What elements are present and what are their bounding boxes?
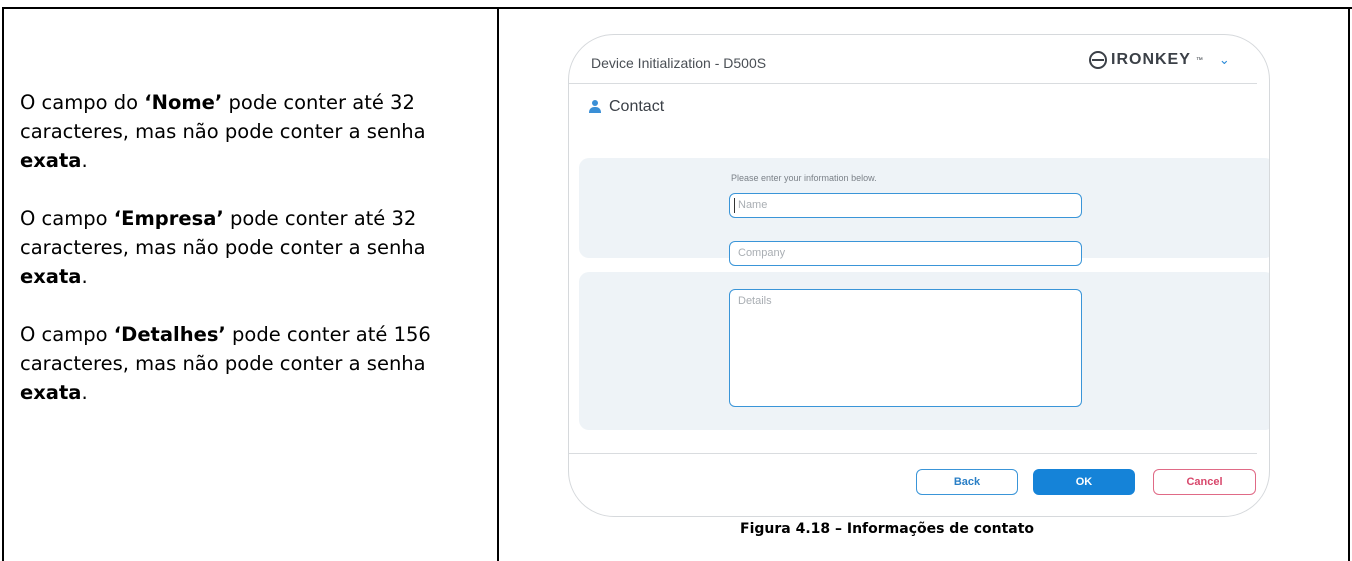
details-panel: Details	[579, 272, 1269, 430]
chevron-down-icon[interactable]: ⌄	[1219, 52, 1230, 68]
name-input[interactable]: Name	[729, 193, 1082, 218]
details-field-note: O campo ‘Detalhes’ pode conter até 156 c…	[20, 323, 431, 404]
company-placeholder: Company	[738, 247, 786, 259]
instructions-column: O campo do ‘Nome’ pode conter até 32 car…	[20, 88, 490, 436]
name-placeholder: Name	[738, 199, 768, 211]
person-icon	[589, 100, 601, 114]
title-divider	[569, 83, 1257, 84]
details-placeholder: Details	[738, 295, 772, 307]
contact-section-header: Contact	[589, 98, 664, 116]
ironkey-logo-icon	[1089, 51, 1107, 69]
figure-caption: Figura 4.18 – Informações de contato	[740, 521, 1035, 537]
trademark-mark: ™	[1195, 56, 1203, 64]
device-initialization-dialog: Device Initialization - D500S IRONKEY ™ …	[568, 34, 1270, 517]
back-button[interactable]: Back	[916, 469, 1018, 495]
contact-info-panel: Please enter your information below. Nam…	[579, 158, 1269, 266]
text-caret	[734, 198, 735, 213]
brand-name: IRONKEY	[1111, 51, 1191, 68]
details-textarea[interactable]: Details	[729, 289, 1082, 407]
ironkey-brand[interactable]: IRONKEY ™ ⌄	[1089, 51, 1230, 69]
table-border-middle	[497, 7, 499, 561]
footer-divider	[569, 453, 1257, 454]
section-title: Contact	[609, 98, 665, 115]
dialog-title: Device Initialization - D500S	[591, 55, 767, 71]
table-border-top	[2, 7, 1352, 9]
cancel-button[interactable]: Cancel	[1153, 469, 1256, 495]
company-input[interactable]: Company	[729, 241, 1082, 266]
instruction-hint: Please enter your information below.	[731, 173, 877, 183]
table-border-left	[2, 7, 4, 561]
table-border-right	[1348, 7, 1350, 561]
ok-button[interactable]: OK	[1033, 469, 1135, 495]
name-field-note: O campo do ‘Nome’ pode conter até 32 car…	[20, 91, 426, 172]
company-field-note: O campo ‘Empresa’ pode conter até 32 car…	[20, 207, 426, 288]
